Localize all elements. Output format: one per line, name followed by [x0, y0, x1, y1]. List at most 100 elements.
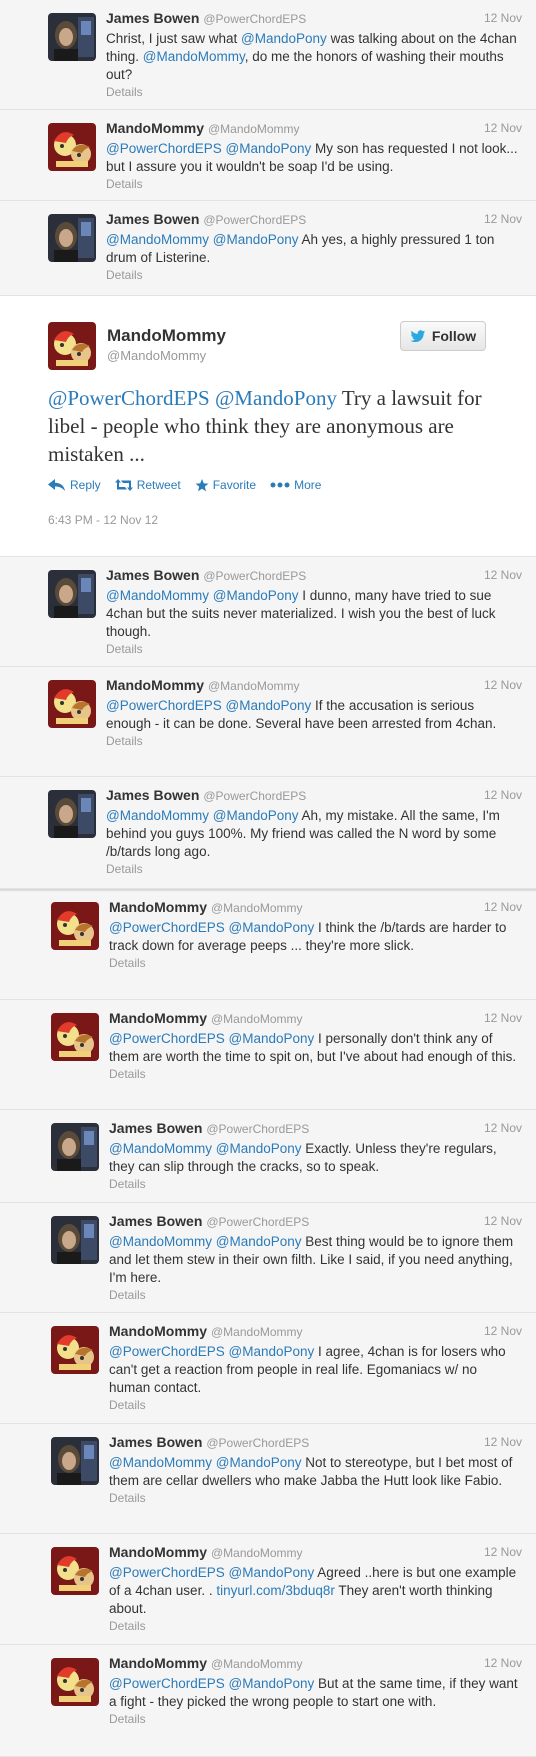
- details-link[interactable]: Details: [109, 1712, 522, 1726]
- author-name[interactable]: James Bowen: [106, 10, 199, 26]
- tweet-item[interactable]: MandoMommy @MandoMommy 12 Nov @PowerChordEP…: [0, 110, 536, 201]
- author-handle[interactable]: @MandoMommy: [211, 1325, 303, 1339]
- tweet-item[interactable]: MandoMommy @MandoMommy 12 Nov @PowerChordEP…: [0, 1645, 536, 1757]
- avatar[interactable]: [48, 214, 96, 262]
- details-link[interactable]: Details: [106, 734, 522, 748]
- mention-link[interactable]: @MandoMommy: [109, 1234, 212, 1249]
- tweet-date[interactable]: 12 Nov: [484, 1656, 522, 1670]
- tweet-date[interactable]: 12 Nov: [484, 1011, 522, 1025]
- tweet-date[interactable]: 12 Nov: [484, 788, 522, 802]
- avatar[interactable]: [48, 790, 96, 838]
- reply-action[interactable]: Reply: [48, 478, 101, 492]
- author-name[interactable]: MandoMommy: [109, 1323, 207, 1339]
- tweet-item[interactable]: MandoMommy @MandoMommy 12 Nov @PowerChordEP…: [0, 1000, 536, 1110]
- more-action[interactable]: More: [270, 478, 321, 492]
- tweet-item[interactable]: James Bowen @PowerChordEPS 12 Nov @MandoMom…: [0, 1110, 536, 1203]
- mention-link[interactable]: @MandoPony: [226, 141, 312, 156]
- avatar[interactable]: [51, 1547, 99, 1595]
- mention-link[interactable]: @MandoMommy: [106, 808, 209, 823]
- mention-link[interactable]: @PowerChordEPS: [109, 920, 225, 935]
- avatar[interactable]: [51, 902, 99, 950]
- details-link[interactable]: Details: [109, 1067, 522, 1081]
- mention-link[interactable]: @PowerChordEPS: [109, 1031, 225, 1046]
- tweet-date[interactable]: 12 Nov: [484, 121, 522, 135]
- author-name[interactable]: MandoMommy: [109, 899, 207, 915]
- author-name[interactable]: MandoMommy: [109, 1655, 207, 1671]
- author-name[interactable]: James Bowen: [106, 211, 199, 227]
- tweet-date[interactable]: 12 Nov: [484, 678, 522, 692]
- tweet-item[interactable]: James Bowen @PowerChordEPS 12 Nov Christ, I…: [0, 0, 536, 110]
- details-link[interactable]: Details: [109, 1491, 522, 1505]
- mention-link[interactable]: @MandoMommy: [106, 232, 209, 247]
- mention-link[interactable]: @MandoPony: [213, 232, 299, 247]
- tweet-timestamp[interactable]: 6:43 PM - 12 Nov 12: [48, 513, 158, 527]
- author-name[interactable]: MandoMommy: [107, 326, 226, 346]
- mention-link[interactable]: @MandoPony: [213, 588, 299, 603]
- avatar[interactable]: [51, 1658, 99, 1706]
- tweet-item[interactable]: MandoMommy @MandoMommy 12 Nov @PowerChordEP…: [0, 1313, 536, 1424]
- avatar[interactable]: [51, 1216, 99, 1264]
- favorite-action[interactable]: Favorite: [195, 478, 256, 492]
- tweet-date[interactable]: 12 Nov: [484, 1545, 522, 1559]
- author-handle[interactable]: @MandoMommy: [107, 348, 206, 363]
- mention-link[interactable]: @MandoPony: [226, 698, 312, 713]
- mention-link[interactable]: @MandoPony: [229, 1344, 315, 1359]
- mention-link[interactable]: @MandoMommy: [109, 1141, 212, 1156]
- tweet-date[interactable]: 12 Nov: [484, 900, 522, 914]
- tweet-item[interactable]: James Bowen @PowerChordEPS 12 Nov @MandoMom…: [0, 1203, 536, 1313]
- mention-link[interactable]: @PowerChordEPS: [109, 1565, 225, 1580]
- details-link[interactable]: Details: [109, 1177, 522, 1191]
- details-link[interactable]: Details: [106, 862, 522, 876]
- mention-link[interactable]: @PowerChordEPS: [106, 141, 222, 156]
- tweet-date[interactable]: 12 Nov: [484, 212, 522, 226]
- retweet-action[interactable]: Retweet: [114, 478, 181, 492]
- tweet-date[interactable]: 12 Nov: [484, 1214, 522, 1228]
- mention-link[interactable]: @MandoMommy: [106, 588, 209, 603]
- author-handle[interactable]: @MandoMommy: [211, 1546, 303, 1560]
- tweet-date[interactable]: 12 Nov: [484, 11, 522, 25]
- avatar[interactable]: [48, 123, 96, 171]
- mention-link[interactable]: @MandoPony: [229, 1676, 315, 1691]
- mention-link[interactable]: @MandoMommy: [143, 49, 245, 64]
- author-handle[interactable]: @MandoMommy: [211, 1657, 303, 1671]
- mention-link[interactable]: @PowerChordEPS: [106, 698, 222, 713]
- author-name[interactable]: James Bowen: [109, 1120, 202, 1136]
- mention-link[interactable]: @MandoPony: [216, 1455, 302, 1470]
- details-link[interactable]: Details: [109, 1398, 522, 1412]
- tweet-item[interactable]: James Bowen @PowerChordEPS 12 Nov @MandoMom…: [0, 557, 536, 667]
- mention-link[interactable]: @MandoPony: [229, 1031, 315, 1046]
- avatar[interactable]: [48, 13, 96, 61]
- tweet-item[interactable]: MandoMommy @MandoMommy 12 Nov @PowerChordEP…: [0, 667, 536, 777]
- mention-link[interactable]: @MandoPony: [213, 808, 299, 823]
- author-name[interactable]: MandoMommy: [109, 1010, 207, 1026]
- avatar[interactable]: [51, 1326, 99, 1374]
- mention-link[interactable]: @MandoPony: [241, 31, 327, 46]
- author-name[interactable]: James Bowen: [109, 1213, 202, 1229]
- tweet-item[interactable]: MandoMommy @MandoMommy 12 Nov @PowerChordEP…: [0, 1534, 536, 1645]
- tweet-date[interactable]: 12 Nov: [484, 568, 522, 582]
- author-handle[interactable]: @PowerChordEPS: [206, 1215, 309, 1229]
- author-handle[interactable]: @MandoMommy: [211, 901, 303, 915]
- author-handle[interactable]: @PowerChordEPS: [206, 1122, 309, 1136]
- details-link[interactable]: Details: [106, 177, 522, 191]
- author-handle[interactable]: @MandoMommy: [211, 1012, 303, 1026]
- mention-link[interactable]: @PowerChordEPS: [109, 1676, 225, 1691]
- mention-link[interactable]: @PowerChordEPS: [48, 386, 210, 410]
- tweet-date[interactable]: 12 Nov: [484, 1435, 522, 1449]
- avatar[interactable]: [51, 1437, 99, 1485]
- details-link[interactable]: Details: [109, 956, 522, 970]
- avatar[interactable]: [51, 1123, 99, 1171]
- author-name[interactable]: MandoMommy: [106, 120, 204, 136]
- avatar[interactable]: [48, 570, 96, 618]
- details-link[interactable]: Details: [109, 1619, 522, 1633]
- tweet-date[interactable]: 12 Nov: [484, 1121, 522, 1135]
- author-name[interactable]: MandoMommy: [109, 1544, 207, 1560]
- avatar[interactable]: [48, 322, 96, 370]
- mention-link[interactable]: @MandoMommy: [109, 1455, 212, 1470]
- tweet-item[interactable]: James Bowen @PowerChordEPS 12 Nov @MandoMom…: [0, 201, 536, 296]
- mention-link[interactable]: @MandoPony: [216, 1234, 302, 1249]
- follow-button[interactable]: Follow: [400, 321, 486, 351]
- url-link[interactable]: tinyurl.com/3bduq8r: [216, 1583, 335, 1598]
- author-name[interactable]: James Bowen: [106, 787, 199, 803]
- avatar[interactable]: [48, 680, 96, 728]
